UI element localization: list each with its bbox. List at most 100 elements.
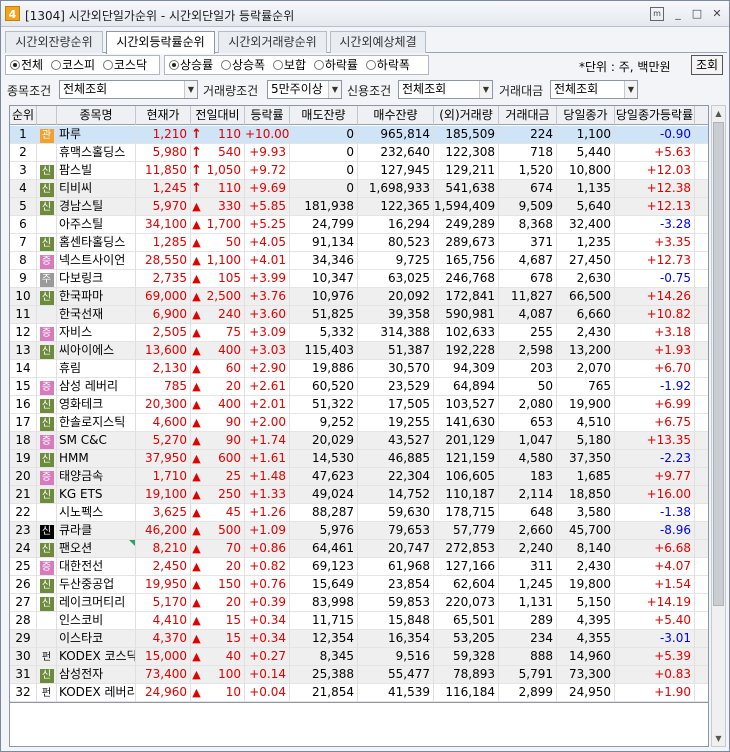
table-row[interactable]: 20 증 태양금속 1,710 ▲ 25 +1.48 47,623 22,304 106,605 1… bbox=[10, 468, 708, 486]
buy-balance-cell: 20,747 bbox=[358, 540, 434, 558]
amount-cell: 2,114 bbox=[499, 486, 557, 504]
up-triangle-icon: ▲ bbox=[192, 596, 201, 609]
table-row[interactable]: 6 아주스틸 34,100 ▲ 1,700 +5.25 24,799 16,294 249,28… bbox=[10, 216, 708, 234]
rank-cell: 10 bbox=[10, 288, 37, 306]
rate-cell: +0.14 bbox=[245, 666, 290, 684]
column-header[interactable]: 종목명 bbox=[57, 106, 136, 125]
column-header[interactable]: 당일종가 bbox=[557, 106, 615, 125]
column-header[interactable]: 순위 bbox=[10, 106, 37, 125]
column-header[interactable]: 거래대금 bbox=[499, 106, 557, 125]
direction-option-flat[interactable]: 보합 bbox=[272, 58, 306, 72]
rank-cell: 13 bbox=[10, 342, 37, 360]
buy-balance-cell: 9,516 bbox=[358, 648, 434, 666]
close-price-cell: 19,900 bbox=[557, 396, 615, 414]
table-row[interactable]: 14 휴림 2,130 ▲ 60 +2.90 19,886 30,570 94,309 203 2,… bbox=[10, 360, 708, 378]
direction-option-rise-rate[interactable]: 상승률 bbox=[169, 58, 213, 72]
ranking-table[interactable]: 순위 종목명 현재가 전일대비 등락률 매도잔량 매수잔량 (외)거래량 거래대금 당일종가 당일종… bbox=[9, 105, 709, 703]
column-header[interactable]: 매도잔량 bbox=[290, 106, 358, 125]
table-row[interactable]: 11 한국선재 6,900 ▲ 240 +3.60 51,825 39,358 590,981 4… bbox=[10, 306, 708, 324]
table-row[interactable]: 26 신 두산중공업 19,950 ▲ 150 +0.76 15,649 23,854 62,60… bbox=[10, 576, 708, 594]
table-row[interactable]: 19 신 HMM 37,950 ▲ 600 +1.61 14,530 46,885 121,159… bbox=[10, 450, 708, 468]
market-option-kospi[interactable]: 코스피 bbox=[50, 58, 95, 72]
close-icon[interactable]: ✕ bbox=[710, 7, 724, 21]
tab-after-hours-expected[interactable]: 시간외예상체결 bbox=[330, 31, 426, 53]
table-row[interactable]: 21 신 KG ETS 19,100 ▲ 250 +1.33 49,024 14,752 110,… bbox=[10, 486, 708, 504]
scroll-thumb[interactable] bbox=[713, 122, 724, 606]
amount-cell: 11,827 bbox=[499, 288, 557, 306]
column-header[interactable]: 전일대비 bbox=[191, 106, 245, 125]
table-row[interactable]: 4 신 티비씨 1,245 ↑ 110 +9.69 0 1,698,933 541,638 674 1… bbox=[10, 180, 708, 198]
amount-condition-select[interactable]: 전체조회 ▼ bbox=[550, 80, 638, 99]
table-row[interactable]: 29 이스타코 4,370 ▲ 15 +0.34 12,354 16,354 53,205 234… bbox=[10, 630, 708, 648]
volume-condition-select[interactable]: 5만주이상 ▼ bbox=[267, 80, 342, 99]
table-row[interactable]: 5 신 경남스틸 5,970 ▲ 330 +5.85 181,938 122,365 1,594,… bbox=[10, 198, 708, 216]
table-row[interactable]: 12 증 자비스 2,505 ▲ 75 +3.09 5,332 314,388 102,633 25… bbox=[10, 324, 708, 342]
direction-option-rise-width[interactable]: 상승폭 bbox=[220, 58, 265, 72]
market-option-all[interactable]: 전체 bbox=[10, 58, 43, 72]
diff-cell: ▲ 25 bbox=[191, 468, 245, 486]
sell-balance-cell: 0 bbox=[290, 180, 358, 198]
rate-cell: +3.99 bbox=[245, 270, 290, 288]
table-row[interactable]: 30 펀 KODEX 코스닥 15,000 ▲ 40 +0.27 8,345 9,516 59,3… bbox=[10, 648, 708, 666]
tab-after-hours-rate[interactable]: 시간외등락률순위 bbox=[106, 31, 215, 54]
diff-cell: ▲ 500 bbox=[191, 522, 245, 540]
table-row[interactable]: 28 인스코비 4,410 ▲ 15 +0.34 11,715 15,848 65,501 289… bbox=[10, 612, 708, 630]
close-rate-cell: -1.38 bbox=[615, 504, 695, 522]
vertical-scrollbar[interactable]: ▲ ▼ bbox=[711, 105, 726, 747]
scroll-up-icon[interactable]: ▲ bbox=[712, 106, 725, 121]
table-row[interactable]: 32 펀 KODEX 레버리 24,960 ▲ 10 +0.04 21,854 41,539 11… bbox=[10, 684, 708, 702]
amount-cell: 674 bbox=[499, 180, 557, 198]
sell-balance-cell: 51,322 bbox=[290, 396, 358, 414]
sell-balance-cell: 5,332 bbox=[290, 324, 358, 342]
table-row[interactable]: 22 시노펙스 3,625 ▲ 45 +1.26 88,287 59,630 178,715 64… bbox=[10, 504, 708, 522]
direction-option-fall-rate[interactable]: 하락률 bbox=[313, 58, 358, 72]
table-row[interactable]: 16 신 영화테크 20,300 ▲ 400 +2.01 51,322 17,505 103,52… bbox=[10, 396, 708, 414]
rate-cell: +5.85 bbox=[245, 198, 290, 216]
rank-cell: 31 bbox=[10, 666, 37, 684]
column-header[interactable]: 당일종가등락률 bbox=[615, 106, 695, 125]
table-row[interactable]: 8 증 넥스트사이언 28,550 ▲ 1,100 +4.01 34,346 9,725 165,… bbox=[10, 252, 708, 270]
table-row[interactable]: 7 신 홈센타홀딩스 1,285 ▲ 50 +4.05 91,134 80,523 289,673… bbox=[10, 234, 708, 252]
table-row[interactable]: 17 신 한솔로지스틱 4,600 ▲ 90 +2.00 9,252 19,255 141,630… bbox=[10, 414, 708, 432]
up-triangle-icon: ▲ bbox=[192, 542, 201, 555]
column-header[interactable] bbox=[37, 106, 57, 125]
table-row[interactable]: 31 신 삼성전자 73,400 ▲ 100 +0.14 25,388 55,477 78,893… bbox=[10, 666, 708, 684]
market-option-kosdaq[interactable]: 코스닥 bbox=[102, 58, 147, 72]
title-bar[interactable]: 4 [1304] 시간외단일가순위 - 시간외단일가 등락률순위 m _ □ ✕ bbox=[1, 1, 729, 27]
column-header[interactable]: 현재가 bbox=[136, 106, 191, 125]
column-header[interactable]: (외)거래량 bbox=[434, 106, 499, 125]
price-cell: 4,600 bbox=[136, 414, 191, 432]
sell-balance-cell: 21,854 bbox=[290, 684, 358, 702]
buy-balance-cell: 55,477 bbox=[358, 666, 434, 684]
column-header[interactable]: 등락률 bbox=[245, 106, 290, 125]
tab-after-hours-volume[interactable]: 시간외거래량순위 bbox=[218, 31, 327, 53]
table-row[interactable]: 27 신 레이크머티리 5,170 ▲ 20 +0.39 83,998 59,853 220,07… bbox=[10, 594, 708, 612]
table-row[interactable]: 13 신 씨아이에스 13,600 ▲ 400 +3.03 115,403 51,387 192,… bbox=[10, 342, 708, 360]
table-row[interactable]: 15 증 삼성 레버리 785 ▲ 20 +2.61 60,520 23,529 64,894 50… bbox=[10, 378, 708, 396]
maximize-icon[interactable]: □ bbox=[690, 7, 704, 21]
stock-condition-select[interactable]: 전체조회 ▼ bbox=[59, 80, 198, 99]
minimize-icon[interactable]: _ bbox=[671, 7, 685, 21]
table-row[interactable]: 25 증 대한전선 2,450 ▲ 20 +0.82 69,123 61,968 127,166 3… bbox=[10, 558, 708, 576]
credit-condition-select[interactable]: 전체조회 ▼ bbox=[398, 80, 493, 99]
volume-cell: 129,211 bbox=[434, 162, 499, 180]
table-row[interactable]: 18 증 SM C&C 5,270 ▲ 90 +1.74 20,029 43,527 201,12… bbox=[10, 432, 708, 450]
table-row[interactable]: 9 주 다보링크 2,735 ▲ 105 +3.99 10,347 63,025 246,768 6… bbox=[10, 270, 708, 288]
table-row[interactable]: 10 신 한국파마 69,000 ▲ 2,500 +3.76 10,976 20,092 172,… bbox=[10, 288, 708, 306]
lookup-button[interactable]: 조회 bbox=[691, 55, 723, 75]
direction-option-fall-width[interactable]: 하락폭 bbox=[365, 58, 410, 72]
table-row[interactable]: 23 신 큐라클 46,200 ▲ 500 +1.09 5,976 79,653 57,779 2,… bbox=[10, 522, 708, 540]
amount-cell: 888 bbox=[499, 648, 557, 666]
table-row[interactable]: 2 휴맥스홀딩스 5,980 ↑ 540 +9.93 0 232,640 122,308 718 5… bbox=[10, 144, 708, 162]
tab-after-hours-balance[interactable]: 시간외잔량순위 bbox=[5, 31, 103, 53]
table-row[interactable]: 1 관 파루 1,210 ↑ 110 +10.00 0 965,814 185,509 224 1,1… bbox=[10, 126, 708, 144]
scroll-down-icon[interactable]: ▼ bbox=[712, 731, 725, 746]
table-row[interactable]: 24 신 팬오션 8,210 ▲ 70 +0.86 64,461 20,747 272,853 2,… bbox=[10, 540, 708, 558]
volume-cell: 103,527 bbox=[434, 396, 499, 414]
volume-cell: 246,768 bbox=[434, 270, 499, 288]
column-header[interactable]: 매수잔량 bbox=[358, 106, 434, 125]
table-row[interactable]: 3 신 팜스빌 11,850 ↑ 1,050 +9.72 0 127,945 129,211 1,5… bbox=[10, 162, 708, 180]
menu-icon[interactable]: m bbox=[650, 7, 664, 21]
close-price-cell: 18,850 bbox=[557, 486, 615, 504]
ranking-window: 4 [1304] 시간외단일가순위 - 시간외단일가 등락률순위 m _ □ ✕… bbox=[0, 0, 730, 752]
